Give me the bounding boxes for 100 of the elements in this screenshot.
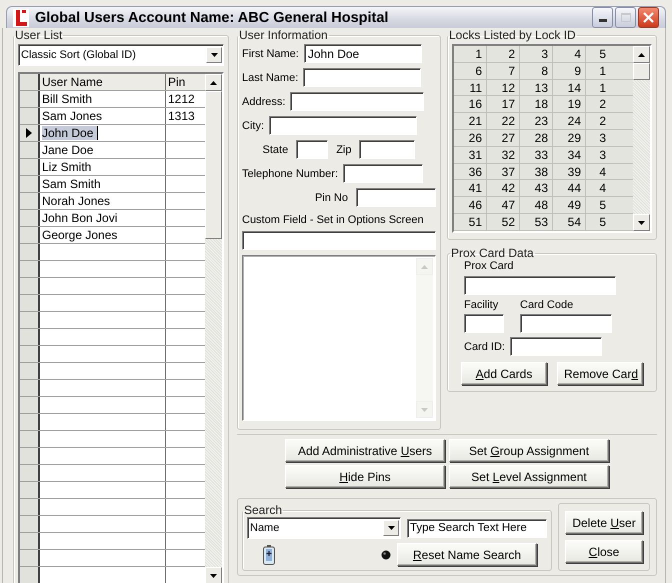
close-button[interactable] <box>638 7 659 28</box>
card-id-field[interactable] <box>510 337 602 356</box>
row-header[interactable] <box>20 91 40 107</box>
lock-cell[interactable]: 11 <box>454 80 487 96</box>
lock-cell[interactable]: 46 <box>454 197 487 213</box>
user-name-cell[interactable]: Norah Jones <box>42 194 110 208</box>
lock-cell[interactable]: 34 <box>553 146 586 163</box>
lock-cell[interactable]: 47 <box>487 197 520 213</box>
lock-cell[interactable]: 4 <box>586 180 606 196</box>
admin-button[interactable]: Set Group Assignment <box>449 439 609 462</box>
user-name-cell[interactable]: Bill Smith <box>42 92 92 106</box>
lock-cell[interactable]: 41 <box>454 180 487 196</box>
row-header[interactable] <box>20 278 40 294</box>
row-header[interactable] <box>20 363 40 379</box>
notes-field[interactable] <box>242 255 436 421</box>
row-header[interactable] <box>20 346 40 362</box>
lock-cell[interactable]: 22 <box>487 113 520 129</box>
lock-cell[interactable]: 18 <box>520 96 553 112</box>
lock-cell[interactable]: 44 <box>553 180 586 196</box>
row-header[interactable] <box>20 533 40 549</box>
admin-button[interactable]: Add Administrative Users <box>285 439 445 462</box>
row-header[interactable] <box>20 550 40 566</box>
row-header[interactable] <box>20 227 40 243</box>
card-button[interactable]: Add Cards <box>461 362 547 385</box>
lock-cell[interactable]: 5 <box>586 214 606 230</box>
lock-cell[interactable]: 43 <box>520 180 553 196</box>
row-header[interactable] <box>20 516 40 532</box>
scrollbar-thumb[interactable] <box>633 63 650 80</box>
lock-cell[interactable]: 42 <box>487 180 520 196</box>
lock-cell[interactable]: 36 <box>454 164 487 180</box>
custom-field[interactable] <box>242 231 436 250</box>
lock-cell[interactable]: 19 <box>553 96 586 112</box>
city-field[interactable] <box>269 116 417 135</box>
row-header[interactable] <box>20 244 40 260</box>
first-name-field[interactable]: John Doe <box>304 44 422 63</box>
lock-cell[interactable]: 53 <box>520 214 553 230</box>
lock-cell[interactable]: 52 <box>487 214 520 230</box>
card-button[interactable]: Remove Card <box>557 362 643 385</box>
zip-field[interactable] <box>359 140 416 159</box>
lock-cell[interactable]: 3 <box>520 46 553 62</box>
lock-cell[interactable]: 2 <box>586 96 606 112</box>
user-name-cell[interactable]: George Jones <box>42 228 118 242</box>
lock-cell[interactable]: 1 <box>586 80 606 96</box>
admin-button[interactable]: Hide Pins <box>285 465 445 488</box>
reset-search-button[interactable]: Reset Name Search <box>397 543 537 566</box>
lock-cell[interactable]: 39 <box>553 164 586 180</box>
pin-field[interactable] <box>356 188 436 207</box>
lock-cell[interactable]: 29 <box>553 130 586 146</box>
scroll-up-button[interactable] <box>633 46 650 63</box>
row-header[interactable] <box>20 431 40 447</box>
user-name-cell[interactable]: John Doe <box>42 126 98 140</box>
lock-cell[interactable]: 31 <box>454 146 487 163</box>
lock-cell[interactable]: 26 <box>454 130 487 146</box>
lock-cell[interactable]: 5 <box>586 197 606 213</box>
column-header[interactable]: Pin <box>166 74 205 90</box>
address-field[interactable] <box>290 92 424 111</box>
row-header[interactable] <box>20 108 40 124</box>
card-code-field[interactable] <box>520 314 612 333</box>
search-type-dropdown[interactable]: Name <box>247 517 401 539</box>
sort-dropdown[interactable]: Classic Sort (Global ID) <box>18 44 224 66</box>
lock-cell[interactable]: 4 <box>586 164 606 180</box>
lock-cell[interactable]: 38 <box>520 164 553 180</box>
row-header[interactable] <box>20 261 40 277</box>
user-name-cell[interactable]: Sam Jones <box>42 109 102 123</box>
lock-cell[interactable]: 51 <box>454 214 487 230</box>
lock-cell[interactable]: 33 <box>520 146 553 163</box>
lock-cell[interactable]: 24 <box>553 113 586 129</box>
user-name-cell[interactable]: Sam Smith <box>42 177 101 191</box>
lock-cell[interactable]: 6 <box>454 62 487 79</box>
user-name-cell[interactable]: John Bon Jovi <box>42 211 118 225</box>
row-header[interactable] <box>20 482 40 498</box>
lock-cell[interactable]: 12 <box>487 80 520 96</box>
facility-field[interactable] <box>464 314 504 333</box>
row-header[interactable] <box>20 329 40 345</box>
lock-cell[interactable]: 7 <box>487 62 520 79</box>
state-field[interactable] <box>296 140 328 159</box>
row-header[interactable] <box>20 499 40 515</box>
row-header[interactable] <box>20 142 40 158</box>
scroll-down-button[interactable] <box>205 567 222 583</box>
row-header[interactable] <box>20 448 40 464</box>
action-button[interactable]: Close <box>565 540 643 563</box>
lock-cell[interactable]: 2 <box>586 113 606 129</box>
lock-cell[interactable]: 54 <box>553 214 586 230</box>
lock-cell[interactable]: 16 <box>454 96 487 112</box>
telephone-field[interactable] <box>343 164 424 183</box>
lock-cell[interactable]: 23 <box>520 113 553 129</box>
lock-cell[interactable]: 49 <box>553 197 586 213</box>
row-header[interactable] <box>20 567 40 583</box>
lock-cell[interactable]: 32 <box>487 146 520 163</box>
lock-cell[interactable]: 27 <box>487 130 520 146</box>
lock-cell[interactable]: 13 <box>520 80 553 96</box>
row-header[interactable] <box>20 159 40 175</box>
lock-cell[interactable]: 5 <box>586 46 606 62</box>
lock-cell[interactable]: 17 <box>487 96 520 112</box>
user-name-cell[interactable]: Jane Doe <box>42 143 94 157</box>
lock-cell[interactable]: 28 <box>520 130 553 146</box>
scrollbar-thumb[interactable] <box>205 91 222 239</box>
lock-cell[interactable]: 21 <box>454 113 487 129</box>
minimize-button[interactable] <box>592 7 613 28</box>
lock-cell[interactable]: 8 <box>520 62 553 79</box>
